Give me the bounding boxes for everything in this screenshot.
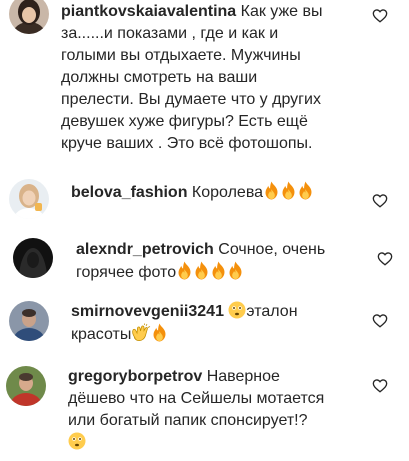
fire-emoji-icon: [263, 181, 280, 200]
flushed-face-emoji-icon: [228, 301, 246, 319]
heart-outline-icon[interactable]: [372, 7, 388, 23]
fire-emoji-icon: [210, 261, 227, 280]
fire-emoji-icon: [193, 261, 210, 280]
avatar[interactable]: [9, 179, 49, 219]
fire-emoji-icon: [151, 323, 168, 342]
heart-outline-icon[interactable]: [377, 250, 393, 266]
avatar-hooded-dark-icon: [13, 238, 53, 278]
flushed-face-emoji-icon: [68, 432, 86, 450]
comment-5: gregoryborpetrov Наверное дёшево что на …: [0, 365, 409, 461]
comment-4: smirnovevgenii3241 эталон красоты: [0, 297, 409, 357]
comment-username[interactable]: piantkovskaiavalentina: [61, 3, 236, 20]
fire-emoji-icon: [297, 181, 314, 200]
heart-outline-icon[interactable]: [372, 192, 388, 208]
comment-text: piantkovskaiavalentina Как уже вы за....…: [61, 3, 323, 152]
avatar-man-red-shirt-icon: [6, 366, 46, 406]
avatar[interactable]: [9, 0, 49, 34]
comment-text: alexndr_petrovich Сочное, очень горячее …: [76, 241, 326, 281]
avatar[interactable]: [13, 238, 53, 278]
fire-emoji-icon: [280, 181, 297, 200]
heart-outline-icon[interactable]: [372, 377, 388, 393]
clapping-hands-emoji-icon: [131, 323, 151, 342]
comment-text: gregoryborpetrov Наверное дёшево что на …: [68, 366, 368, 454]
avatar[interactable]: [9, 301, 49, 341]
avatar[interactable]: [6, 366, 46, 406]
comment-username[interactable]: alexndr_petrovich: [76, 241, 214, 258]
heart-outline-icon[interactable]: [372, 312, 388, 328]
comment-text: belova_fashion Королева: [71, 181, 381, 204]
avatar-woman-dark-hair-icon: [9, 0, 49, 34]
comment-1: piantkovskaiavalentina Как уже вы за....…: [0, 0, 409, 185]
comment-username[interactable]: smirnovevgenii3241: [71, 303, 224, 320]
avatar-woman-light-hair-icon: [9, 179, 49, 219]
comment-username[interactable]: gregoryborpetrov: [68, 368, 202, 385]
comment-3: alexndr_petrovich Сочное, очень горячее …: [0, 235, 409, 295]
comment-2: belova_fashion Королева: [0, 176, 409, 226]
comment-username[interactable]: belova_fashion: [71, 184, 187, 201]
fire-emoji-icon: [227, 261, 244, 280]
avatar-man-blue-jacket-icon: [9, 301, 49, 341]
comment-text: smirnovevgenii3241 эталон красоты: [71, 301, 298, 343]
fire-emoji-icon: [176, 261, 193, 280]
